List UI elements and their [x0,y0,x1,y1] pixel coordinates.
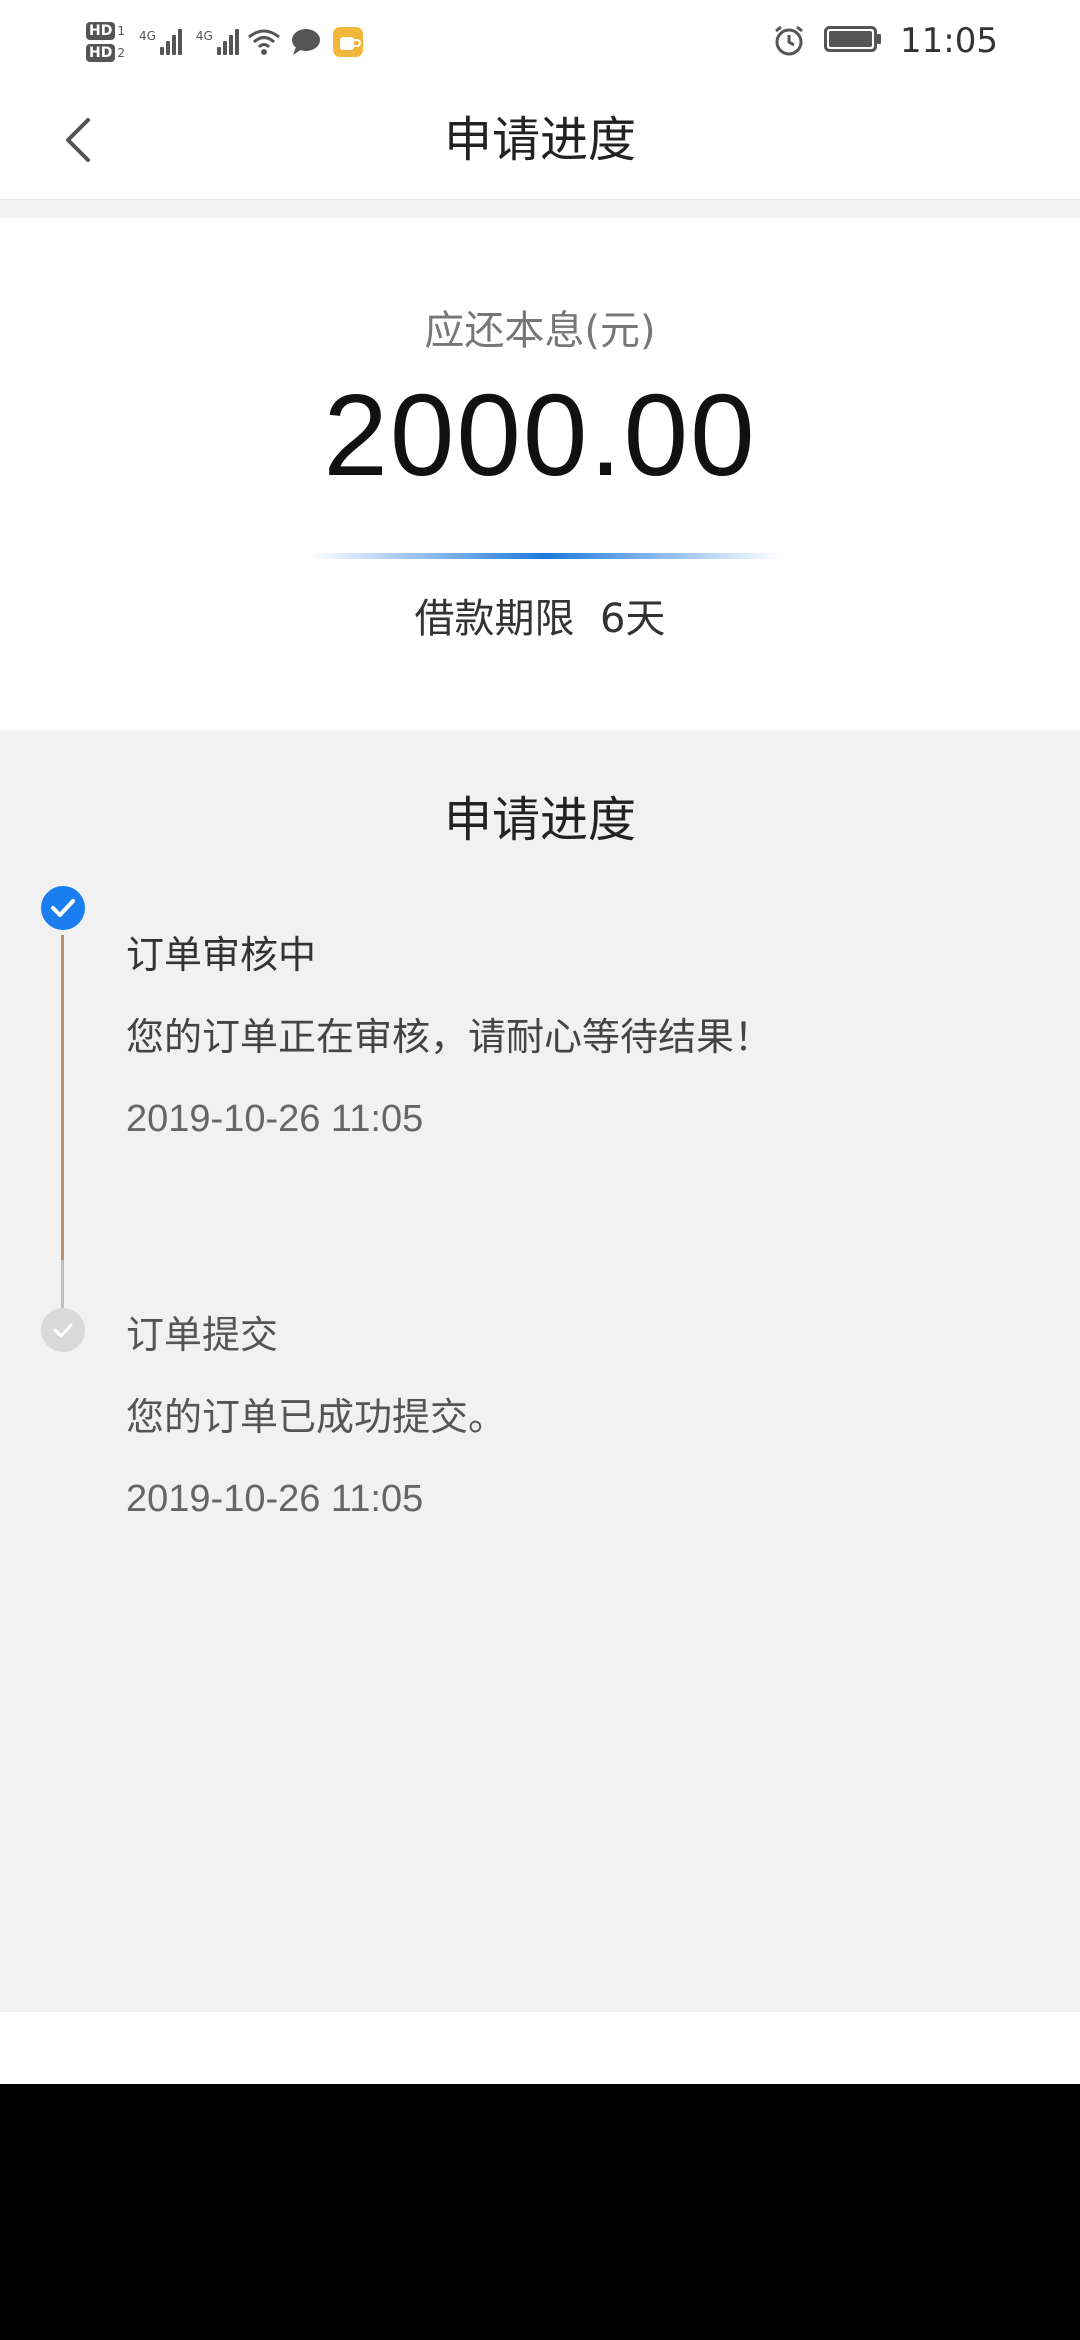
hd-badge: HD [86,44,116,62]
timeline-line [61,935,64,1290]
hd-indicators: HD 1 HD 2 [86,22,125,62]
step-description: 您的订单正在审核，请耐心等待结果！ [126,1015,773,1059]
step-description: 您的订单已成功提交。 [126,1395,507,1439]
alarm-icon [772,24,806,58]
progress-section: 申请进度 订单审核中 您的订单正在审核，请耐心等待结果！ 2019-10-26 … [0,730,1080,2012]
step-active-check-icon [41,886,85,930]
status-bar-left: HD 1 HD 2 4G 4G [86,12,365,72]
signal-2-icon: 4G [196,29,239,55]
gradient-divider [310,553,780,559]
amount-card: 应还本息(元) 2000.00 借款期限 6天 [0,218,1080,730]
step-time: 2019-10-26 11:05 [126,1478,424,1520]
progress-step: 订单审核中 您的订单正在审核，请耐心等待结果！ 2019-10-26 11:05 [126,930,772,1144]
app-notification-icon [331,25,365,59]
hd-indicator-2: HD 2 [86,44,125,62]
step-time: 2019-10-26 11:05 [126,1098,424,1140]
step-done-check-icon [41,1308,85,1352]
network-type-label: 4G [138,29,156,43]
section-divider [0,200,1080,218]
status-time: 11:05 [900,21,998,61]
bottom-spacer [0,2012,1080,2084]
hd-number: 2 [117,46,125,60]
amount-value: 2000.00 [323,370,757,500]
progress-step: 订单提交 您的订单已成功提交。 2019-10-26 11:05 [126,1310,506,1524]
amount-label: 应还本息(元) [424,308,656,354]
status-bar: HD 1 HD 2 4G 4G 11:05 [0,0,1080,80]
header: 申请进度 [0,80,1080,200]
step-title: 订单提交 [126,1313,279,1357]
screen: HD 1 HD 2 4G 4G 11:05 申请进度 应还本息(元) 2000.… [0,0,1080,2340]
section-title: 申请进度 [443,792,636,848]
hd-badge: HD [86,22,116,40]
loan-term: 借款期限 6天 [414,596,666,642]
battery-icon [824,24,882,58]
message-icon [289,25,323,59]
signal-1-icon: 4G [139,29,182,55]
status-bar-right: 11:05 [772,16,998,66]
hd-indicator-1: HD 1 [86,22,125,40]
step-title: 订单审核中 [126,933,317,977]
page-title: 申请进度 [443,112,636,168]
hd-number: 1 [117,24,125,38]
wifi-icon [247,25,281,59]
network-type-label: 4G [195,29,213,43]
system-nav-bar [0,2084,1080,2340]
